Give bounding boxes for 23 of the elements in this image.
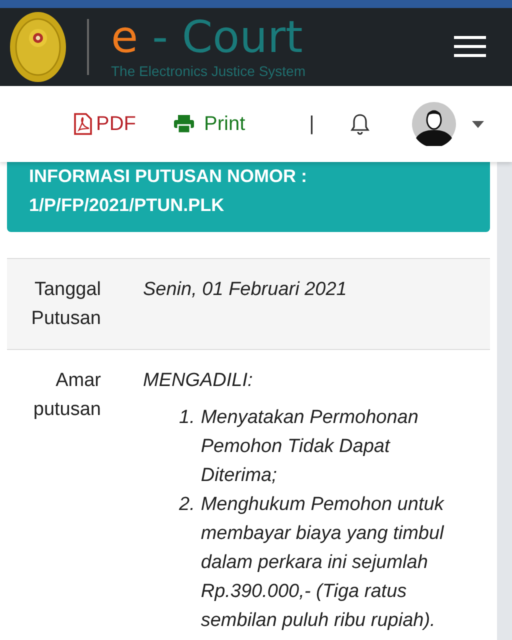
pdf-button[interactable]: PDF (70, 108, 140, 140)
pdf-file-icon (74, 113, 92, 135)
row-label: Tanggal Putusan (30, 278, 101, 331)
row-value: MENGADILI: (143, 369, 254, 393)
row-value: Senin, 01 Februari 2021 (143, 278, 348, 302)
caret-icon (472, 120, 484, 128)
list-number: 2. (179, 493, 195, 517)
logo-text: e - Court (111, 15, 304, 61)
list-item-text: Menyatakan Permohonan Pemohon Tidak Dapat Diterima; (200, 406, 420, 488)
list-number: 1. (179, 406, 195, 430)
avatar-icon (412, 102, 456, 146)
printer-icon (174, 115, 194, 133)
list-item-text: Menghukum Pemohon untuk membayar biaya yang timbul dalam perkara ini sejumlah Rp.390.000,- (Tiga ratus sembilan puluh ribu rupiah). (200, 493, 446, 633)
tagline: The Electronics Justice System (111, 63, 307, 79)
bell-icon (350, 113, 370, 135)
print-button[interactable]: Print (170, 108, 250, 140)
user-menu-button[interactable] (412, 102, 484, 146)
case-number: 1/P/FP/2021/PTUN.PLK (29, 194, 226, 217)
separator-text: | (309, 112, 314, 136)
card-title: INFORMASI PUTUSAN NOMOR : (29, 165, 308, 188)
emblem-icon (9, 11, 67, 83)
menu-icon (454, 36, 486, 58)
row-label: Amar putusan (32, 369, 101, 422)
